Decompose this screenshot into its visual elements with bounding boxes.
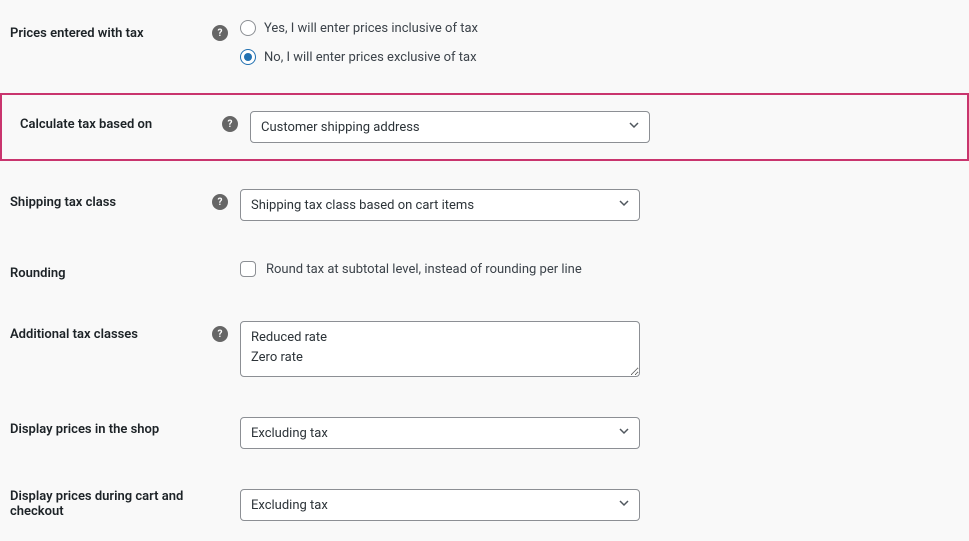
label-col: Display prices during cart and checkout (10, 489, 240, 519)
rounding-checkbox-wrap[interactable]: Round tax at subtotal level, instead of … (240, 261, 582, 277)
row-display-cart: Display prices during cart and checkout … (0, 469, 969, 541)
row-display-shop: Display prices in the shop Excluding tax (0, 397, 969, 469)
additional-tax-classes-label: Additional tax classes (10, 327, 206, 342)
calculate-tax-value: Customer shipping address (261, 120, 420, 135)
label-col: Shipping tax class ? (10, 189, 240, 210)
radio-dot-icon (244, 53, 252, 61)
shipping-tax-class-value: Shipping tax class based on cart items (251, 198, 474, 213)
display-cart-value: Excluding tax (251, 498, 328, 513)
label-col: Additional tax classes ? (10, 321, 240, 342)
select-box: Excluding tax (240, 489, 640, 521)
radio-inclusive-label: Yes, I will enter prices inclusive of ta… (264, 21, 478, 36)
checkbox-icon (240, 261, 256, 277)
row-additional-tax-classes: Additional tax classes ? (0, 301, 969, 397)
shipping-tax-class-select[interactable]: Shipping tax class based on cart items (240, 189, 640, 221)
input-col: No, I will enter prices exclusive of tax (240, 49, 477, 65)
row-prices-with-tax-sub: No, I will enter prices exclusive of tax (0, 49, 969, 85)
display-shop-value: Excluding tax (251, 426, 328, 441)
radio-icon-checked (240, 49, 256, 65)
label-col: Prices entered with tax ? (10, 20, 240, 41)
label-col: Rounding (10, 261, 240, 281)
label-col: Calculate tax based on ? (20, 111, 250, 132)
display-shop-select[interactable]: Excluding tax (240, 417, 640, 449)
radio-icon (240, 20, 256, 36)
select-box: Excluding tax (240, 417, 640, 449)
help-icon[interactable]: ? (222, 116, 238, 132)
calculate-tax-select[interactable]: Customer shipping address (250, 111, 650, 143)
display-cart-select[interactable]: Excluding tax (240, 489, 640, 521)
input-col: Round tax at subtotal level, instead of … (240, 261, 582, 277)
row-prices-with-tax: Prices entered with tax ? Yes, I will en… (0, 0, 969, 49)
label-col: Display prices in the shop (10, 417, 240, 437)
help-icon[interactable]: ? (212, 194, 228, 210)
input-col: Shipping tax class based on cart items (240, 189, 640, 221)
radio-inclusive[interactable]: Yes, I will enter prices inclusive of ta… (240, 20, 478, 36)
shipping-tax-class-label: Shipping tax class (10, 195, 206, 210)
rounding-label: Rounding (10, 266, 240, 281)
row-calculate-tax: Calculate tax based on ? Customer shippi… (10, 111, 959, 143)
select-box: Customer shipping address (250, 111, 650, 143)
input-col: Customer shipping address (250, 111, 650, 143)
calculate-tax-label: Calculate tax based on (20, 117, 216, 132)
input-col (240, 321, 640, 377)
display-shop-label: Display prices in the shop (10, 422, 240, 437)
row-shipping-tax-class: Shipping tax class ? Shipping tax class … (0, 169, 969, 241)
display-cart-label: Display prices during cart and checkout (10, 489, 240, 519)
highlighted-row: Calculate tax based on ? Customer shippi… (0, 93, 969, 161)
additional-tax-classes-textarea[interactable] (240, 321, 640, 377)
rounding-checkbox-label: Round tax at subtotal level, instead of … (266, 262, 582, 277)
radio-exclusive-label: No, I will enter prices exclusive of tax (264, 50, 477, 65)
input-col: Excluding tax (240, 417, 640, 449)
prices-with-tax-label: Prices entered with tax (10, 26, 206, 41)
select-box: Shipping tax class based on cart items (240, 189, 640, 221)
label-col-empty (10, 49, 240, 54)
help-icon[interactable]: ? (212, 25, 228, 41)
radio-exclusive[interactable]: No, I will enter prices exclusive of tax (240, 49, 477, 65)
input-col: Excluding tax (240, 489, 640, 521)
help-icon[interactable]: ? (212, 326, 228, 342)
input-col: Yes, I will enter prices inclusive of ta… (240, 20, 478, 36)
row-rounding: Rounding Round tax at subtotal level, in… (0, 241, 969, 301)
tax-settings-form: Prices entered with tax ? Yes, I will en… (0, 0, 969, 541)
